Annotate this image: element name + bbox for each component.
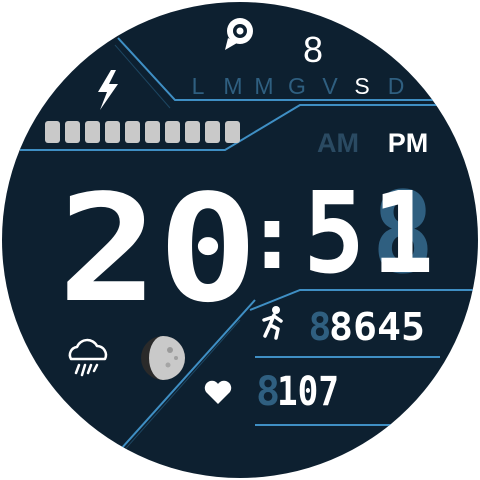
minutes-ones-digit: 1 — [372, 169, 434, 299]
battery-segment — [225, 121, 240, 143]
steps-count: 8645 — [329, 305, 425, 349]
weekday-1: L — [192, 73, 205, 99]
battery-segment — [165, 121, 180, 143]
battery-segment — [45, 121, 60, 143]
battery-segment — [125, 121, 140, 143]
pm-label: PM — [388, 128, 429, 158]
notification-count: 8 — [303, 29, 323, 70]
weekday-3: M — [254, 73, 273, 99]
weekday-6: S — [354, 73, 369, 99]
weekday-2: M — [223, 73, 242, 99]
heart-rate-value: 107 — [277, 369, 339, 415]
battery-segment — [65, 121, 80, 143]
weekday-5: V — [322, 73, 338, 99]
battery-segment — [145, 121, 160, 143]
weekday-7: D — [388, 73, 405, 99]
battery-segment — [185, 121, 200, 143]
battery-segment — [105, 121, 120, 143]
steps-ghost-digit: 8 — [309, 305, 332, 349]
weekday-4: G — [288, 73, 306, 99]
am-label: AM — [317, 128, 359, 158]
battery-segment — [85, 121, 100, 143]
watch-face: 8 LMMGVSD AM PM 20 : 5 8 1 8 8645 8 107 — [2, 2, 478, 478]
battery-segment — [205, 121, 220, 143]
hours-digits: 20 — [58, 163, 258, 335]
minutes-tens-digit: 5 — [303, 169, 365, 299]
moon-phase-icon — [141, 336, 185, 380]
time-separator: : — [245, 185, 299, 290]
